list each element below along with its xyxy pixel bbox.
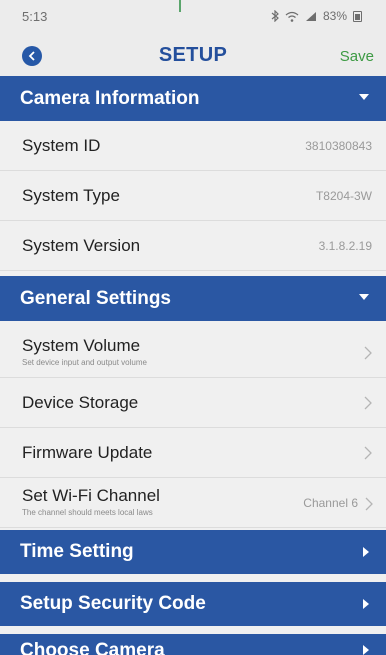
row-system-type: System Type T8204-3W <box>0 171 386 221</box>
section-title: Time Setting <box>20 541 134 562</box>
status-time: 5:13 <box>22 9 48 24</box>
battery-icon <box>353 10 362 22</box>
row-label: System ID <box>22 136 101 155</box>
caret-down-icon <box>359 294 369 300</box>
row-subtitle: Set device input and output volume <box>22 358 147 367</box>
save-button[interactable]: Save <box>340 48 374 65</box>
row-system-version: System Version 3.1.8.2.19 <box>0 221 386 271</box>
row-value: T8204-3W <box>315 189 372 203</box>
status-bar: 5:13 83% <box>0 0 386 36</box>
section-general-settings[interactable]: General Settings <box>0 276 386 321</box>
chevron-right-icon <box>364 346 372 360</box>
battery-percent: 83% <box>322 9 347 23</box>
row-label: System Type <box>22 186 120 205</box>
caret-right-icon <box>363 645 369 655</box>
chevron-right-icon <box>364 446 372 460</box>
section-camera-information[interactable]: Camera Information <box>0 76 386 121</box>
row-device-storage[interactable]: Device Storage <box>0 378 386 428</box>
section-choose-camera[interactable]: Choose Camera <box>0 634 386 655</box>
caret-right-icon <box>363 547 369 557</box>
row-label: System Version <box>22 236 141 255</box>
status-icons: 83% <box>271 9 362 23</box>
row-wifi-channel[interactable]: Set Wi-Fi Channel The channel should mee… <box>0 478 386 528</box>
row-system-id: System ID 3810380843 <box>0 121 386 171</box>
section-title: Camera Information <box>20 87 200 109</box>
caret-down-icon <box>359 94 369 100</box>
row-label: System Volume <box>22 336 141 355</box>
row-subtitle: The channel should meets local laws <box>22 508 153 517</box>
row-firmware-update[interactable]: Firmware Update <box>0 428 386 478</box>
chevron-right-icon <box>365 497 373 511</box>
section-setup-security-code[interactable]: Setup Security Code <box>0 582 386 626</box>
section-title: Choose Camera <box>20 640 165 655</box>
caret-right-icon <box>363 599 369 609</box>
row-value: 3810380843 <box>305 139 372 153</box>
chevron-right-icon <box>364 396 372 410</box>
wifi-icon <box>285 11 299 22</box>
row-label: Firmware Update <box>22 443 153 462</box>
signal-icon <box>305 11 316 21</box>
decorative-line <box>179 0 181 12</box>
section-title: General Settings <box>20 287 171 309</box>
row-value: 3.1.8.2.19 <box>318 239 372 253</box>
bluetooth-icon <box>271 10 279 22</box>
row-label: Device Storage <box>22 393 139 412</box>
page-title: SETUP <box>158 44 228 66</box>
section-title: Setup Security Code <box>20 593 206 614</box>
nav-header: SETUP Save <box>0 36 386 76</box>
row-system-volume[interactable]: System Volume Set device input and outpu… <box>0 328 386 378</box>
row-value: Channel 6 <box>303 496 358 510</box>
phone-screen: 5:13 83% SETUP Save Camera Information S… <box>0 0 386 655</box>
section-time-setting[interactable]: Time Setting <box>0 530 386 574</box>
row-label: Set Wi-Fi Channel <box>22 486 160 505</box>
